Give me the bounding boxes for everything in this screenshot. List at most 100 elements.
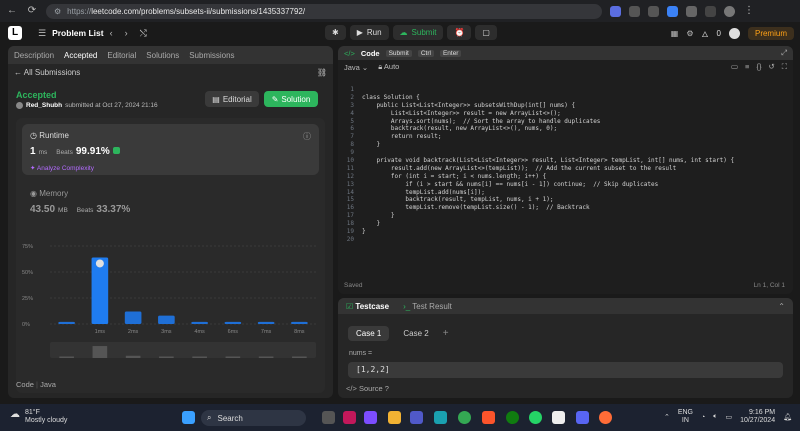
info-icon[interactable]: ⓘ [303, 131, 311, 142]
code-line[interactable]: 4 List<List<Integer>> result = new Array… [338, 110, 793, 118]
code-line[interactable]: 2 class Solution { [338, 94, 793, 102]
refresh-icon[interactable]: ⟳ [26, 5, 38, 17]
weather-widget[interactable]: ☁ 81°F Mostly cloudy [10, 409, 67, 425]
tab-description[interactable]: Description [14, 51, 54, 60]
edge-icon[interactable] [434, 411, 447, 424]
collapse-icon[interactable]: ⌃ [778, 302, 785, 311]
layout-icon[interactable]: ▦ [671, 29, 679, 38]
xbox-icon[interactable] [506, 411, 519, 424]
analyze-complexity-link[interactable]: ✦ Analyze Complexity [30, 164, 94, 172]
source-link[interactable]: </> Source ? [346, 384, 389, 393]
chart-bar[interactable] [158, 315, 175, 324]
username[interactable]: Red_Shubh [26, 102, 62, 109]
language-indicator[interactable]: ENG IN [678, 409, 693, 425]
code-line[interactable]: 11 result.add(new ArrayList<>(tempList))… [338, 165, 793, 173]
code-line[interactable]: 7 return result; [338, 133, 793, 141]
code-line[interactable]: 3 public List<List<Integer>> subsetsWith… [338, 102, 793, 110]
notion-icon[interactable] [552, 411, 565, 424]
code-line[interactable]: 17 } [338, 212, 793, 220]
case-2-tab[interactable]: Case 2 [395, 326, 436, 341]
site-info-icon[interactable]: ⚙ [54, 7, 61, 16]
leetcode-logo[interactable]: L [8, 26, 22, 40]
range-slider[interactable] [50, 342, 316, 358]
chart-bar[interactable] [291, 321, 308, 324]
chart-bar[interactable] [224, 321, 242, 324]
format-icon[interactable]: ≡ [745, 62, 749, 72]
task-view-icon[interactable] [322, 411, 335, 424]
share-icon[interactable]: ⛓ [317, 68, 327, 77]
discord-icon[interactable] [576, 411, 589, 424]
code-line[interactable]: 10 private void backtrack(List<List<Inte… [338, 157, 793, 165]
extension-icon[interactable] [667, 5, 678, 17]
notes-button[interactable]: ▢ [475, 25, 497, 40]
code-line[interactable]: 13 if (i > start && nums[i] == nums[i - … [338, 181, 793, 189]
problem-list-link[interactable]: Problem List [52, 28, 103, 38]
chrome-icon[interactable] [458, 411, 471, 424]
wifi-icon[interactable]: ◔ [701, 414, 705, 421]
chart-bar[interactable] [124, 311, 142, 324]
tab-accepted[interactable]: Accepted [64, 51, 97, 60]
code-line[interactable]: 16 tempList.remove(tempList.size() - 1);… [338, 204, 793, 212]
timer-button[interactable]: ⏰ [447, 25, 472, 40]
profile-icon[interactable] [724, 5, 735, 17]
postman-icon[interactable] [599, 411, 612, 424]
param-input[interactable]: [1,2,2] [348, 362, 783, 378]
code-line[interactable]: 9 [338, 149, 793, 157]
tab-solutions[interactable]: Solutions [146, 51, 179, 60]
avatar[interactable] [728, 28, 740, 39]
auto-mode[interactable]: 🔒︎ Auto [378, 62, 399, 72]
runtime-distribution-chart[interactable]: 75% 50% 25% 0% 1ms 2ms 3ms 4ms 6ms 7ms 8ms [16, 234, 325, 364]
runtime-box[interactable]: ◷ Runtime ⓘ 1 ms Beats 99.91% ✦ Analyze … [22, 124, 319, 175]
address-bar[interactable]: ⚙ https://leetcode.com/problems/subsets-… [46, 3, 602, 19]
file-explorer-icon[interactable] [388, 411, 401, 424]
code-line[interactable]: 12 for (int i = start; i < nums.length; … [338, 173, 793, 181]
code-line[interactable]: 6 backtrack(result, new ArrayList<>(), n… [338, 125, 793, 133]
code-line[interactable]: 8 } [338, 141, 793, 149]
app-icon[interactable] [343, 411, 356, 424]
add-case-icon[interactable]: + [443, 328, 449, 339]
submit-button[interactable]: ☁ Submit [392, 25, 444, 40]
fire-icon[interactable]: 🜂 [702, 25, 709, 42]
solution-button[interactable]: ✎ Solution [264, 91, 318, 107]
volume-icon[interactable]: 🔈︎ [713, 413, 717, 421]
language-select[interactable]: Java ⌄ [344, 63, 368, 72]
debug-button[interactable]: ✱ [325, 25, 346, 40]
whatsapp-icon[interactable] [529, 411, 542, 424]
taskbar-search[interactable]: ⌕ Search [201, 410, 306, 426]
run-button[interactable]: ▶ Run [349, 25, 389, 40]
expand-icon[interactable]: ⤢ [781, 48, 787, 58]
windows-start-icon[interactable] [182, 411, 195, 424]
code-line[interactable]: 1 [338, 86, 793, 94]
tab-test-result[interactable]: ›_ Test Result [403, 302, 452, 311]
extension-icon[interactable] [686, 5, 697, 17]
code-line[interactable]: 19} [338, 228, 793, 236]
code-line[interactable]: 14 tempList.add(nums[i]); [338, 189, 793, 197]
tab-testcase[interactable]: ☑ Testcase [346, 302, 389, 311]
fullscreen-icon[interactable]: ⛶ [782, 62, 787, 72]
code-area[interactable]: 1 2 class Solution {3 public List<List<Int… [338, 86, 793, 244]
chevron-up-icon[interactable]: ⌃ [664, 413, 670, 421]
chart-bar[interactable] [257, 321, 275, 324]
chart-bar[interactable] [191, 321, 208, 324]
star-icon[interactable] [648, 5, 659, 17]
help-icon[interactable]: ? [385, 384, 389, 393]
tab-editorial[interactable]: Editorial [107, 51, 136, 60]
extension-icon[interactable] [705, 5, 716, 17]
more-icon[interactable]: ⋮ [743, 5, 755, 17]
next-problem-icon[interactable]: › [125, 28, 128, 38]
teams-icon[interactable] [410, 411, 423, 424]
case-1-tab[interactable]: Case 1 [348, 326, 390, 341]
copilot-icon[interactable] [364, 411, 377, 424]
tab-submissions[interactable]: Submissions [189, 51, 234, 60]
code-line[interactable]: 5 Arrays.sort(nums); // Sort the array t… [338, 118, 793, 126]
settings-icon[interactable]: ⚙ [686, 29, 693, 38]
braces-icon[interactable]: {} [756, 62, 761, 72]
clock[interactable]: 9:16 PM 10/27/2024 [740, 409, 775, 425]
code-line[interactable]: 18 } [338, 220, 793, 228]
reset-icon[interactable]: ↺ [768, 62, 774, 72]
prev-problem-icon[interactable]: ‹ [110, 28, 113, 38]
memory-box[interactable]: ◉ Memory 43.50 MB Beats 33.37% [22, 182, 319, 222]
shuffle-icon[interactable]: ⤭ [140, 28, 147, 39]
chart-bar[interactable] [58, 321, 75, 324]
bookmark-icon[interactable]: ▭ [731, 62, 738, 72]
